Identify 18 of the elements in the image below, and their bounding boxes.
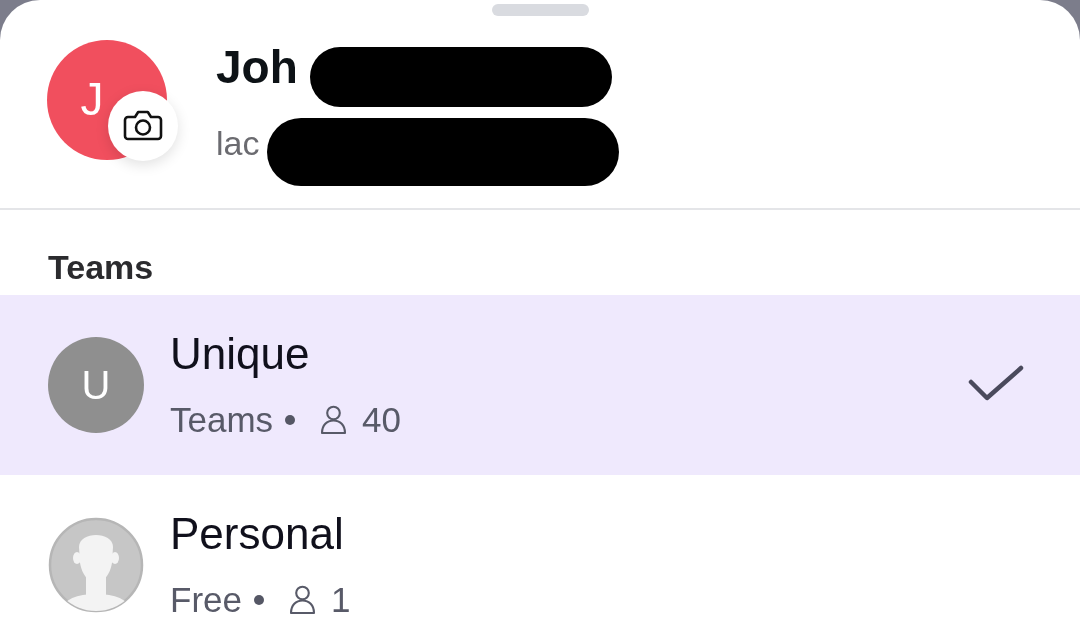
person-icon (320, 405, 348, 435)
member-count: 1 (330, 579, 351, 621)
team-avatar: U (48, 337, 144, 433)
team-list-item[interactable]: U Unique Teams 40 (0, 295, 1080, 475)
member-count: 40 (362, 399, 402, 441)
user-name: Joh (216, 41, 298, 93)
plan-label: Free (170, 579, 242, 621)
camera-icon (123, 108, 163, 141)
separator-dot-icon (253, 595, 264, 605)
drag-handle[interactable] (491, 4, 589, 16)
separator-dot-icon (285, 415, 296, 425)
team-name: Unique (170, 328, 310, 380)
team-name: Personal (170, 508, 344, 560)
default-avatar-icon (48, 517, 144, 613)
section-heading: Teams (47, 247, 155, 288)
user-email: lac (216, 123, 260, 163)
person-icon (288, 585, 316, 615)
plan-label: Teams (170, 399, 274, 441)
